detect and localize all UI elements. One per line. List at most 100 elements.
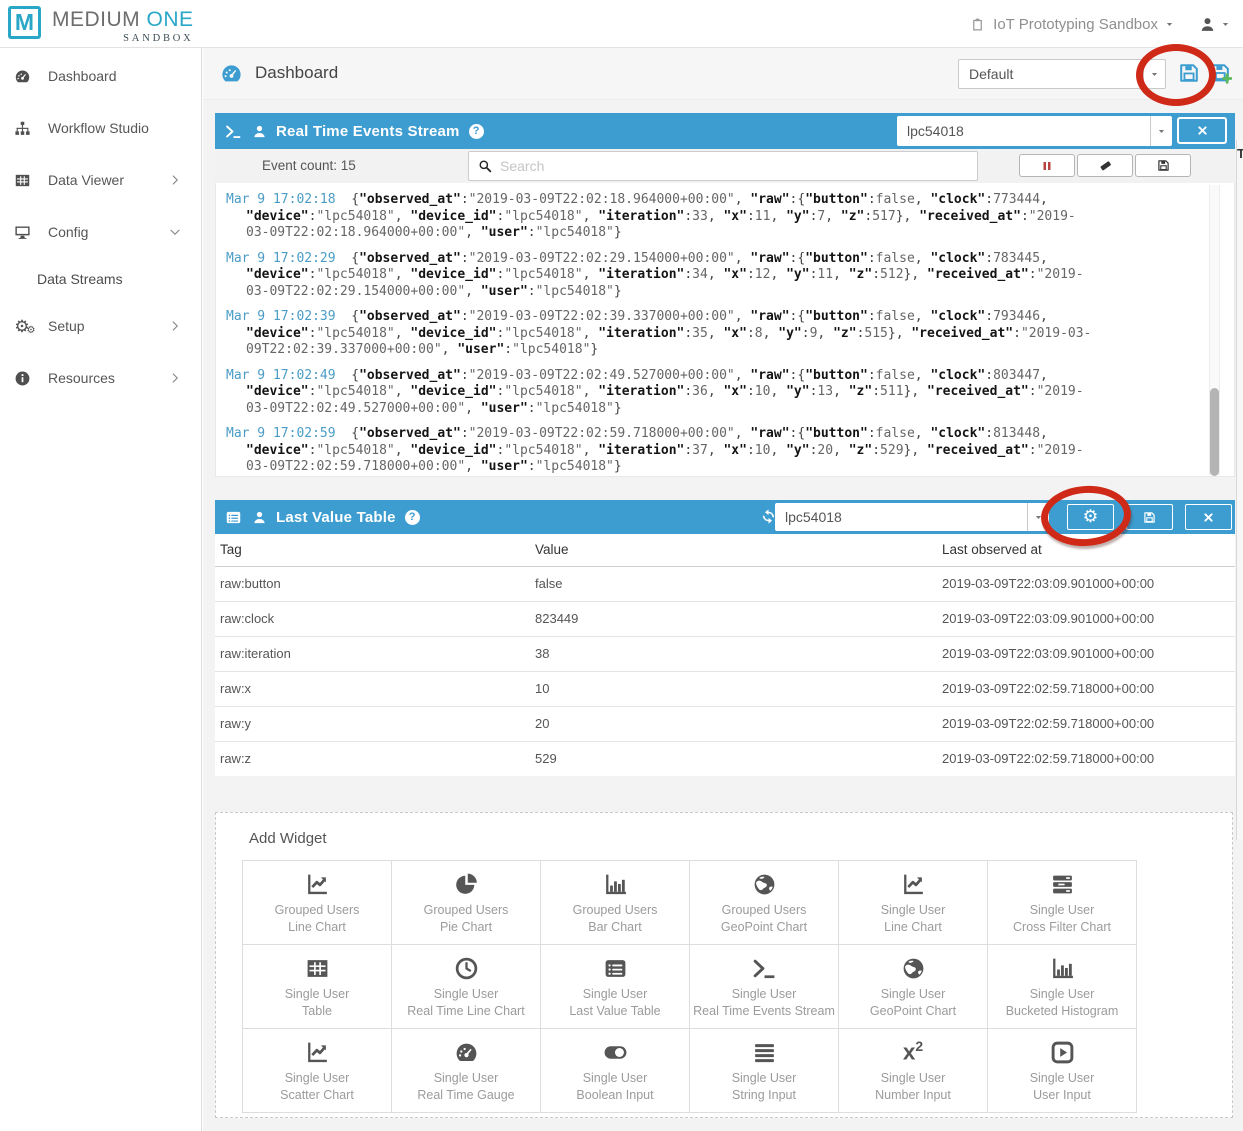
tag-cell: raw:button (215, 566, 530, 601)
user-menu[interactable] (1199, 16, 1229, 33)
clock-icon (454, 953, 479, 983)
save-as-new-dashboard-button[interactable] (1210, 62, 1232, 84)
sidebar-item-workflow-studio[interactable]: Workflow Studio (0, 102, 201, 154)
event-timestamp: Mar 9 17:02:29 (226, 251, 336, 266)
chart-line-icon (305, 1037, 330, 1067)
real-time-events-stream-widget: Real Time Events Stream ? lpc54018 Event… (215, 113, 1235, 477)
gauge-icon (220, 62, 243, 85)
add-widget-single-user-real-time-events-stream[interactable]: Single UserReal Time Events Stream (690, 945, 839, 1029)
sidebar-item-data-viewer[interactable]: Data Viewer (0, 154, 201, 206)
widget-label-line1: Single User (881, 1070, 946, 1087)
sidebar-subitem-data-streams[interactable]: Data Streams (0, 258, 201, 300)
bars-icon (752, 1037, 777, 1067)
chart-bar-icon (1050, 953, 1075, 983)
logo-letter: M (15, 9, 34, 36)
help-icon[interactable]: ? (469, 124, 484, 139)
table-icon (11, 172, 33, 189)
add-widget-grouped-users-line-chart[interactable]: Grouped UsersLine Chart (243, 861, 392, 945)
terminal-icon (225, 123, 242, 140)
value-cell: false (530, 566, 937, 601)
stream-close-button[interactable] (1177, 117, 1227, 144)
export-button[interactable] (1135, 154, 1191, 177)
sidebar-item-label: Dashboard (48, 68, 117, 84)
sidebar-item-config[interactable]: Config (0, 206, 201, 258)
save-widget-button[interactable] (1126, 504, 1173, 530)
search-input[interactable] (500, 158, 968, 174)
desktop-icon (11, 224, 33, 241)
preset-value: Default (959, 66, 1143, 82)
widget-label-line2: GeoPoint Chart (870, 1003, 956, 1020)
add-widget-grouped-users-geopoint-chart[interactable]: Grouped UsersGeoPoint Chart (690, 861, 839, 945)
pause-icon (1041, 160, 1053, 172)
project-name: IoT Prototyping Sandbox (993, 16, 1158, 33)
add-widget-single-user-number-input[interactable]: x2Single UserNumber Input (839, 1029, 988, 1113)
sidebar-item-resources[interactable]: Resources (0, 352, 201, 404)
table-row: raw:iteration382019-03-09T22:03:09.90100… (215, 636, 1235, 671)
event-timestamp: Mar 9 17:02:18 (226, 192, 336, 207)
settings-button[interactable]: ⚙ (1067, 504, 1114, 530)
widget-label-line2: Boolean Input (576, 1087, 653, 1104)
value-cell: 38 (530, 636, 937, 671)
stream-device-select[interactable]: lpc54018 (897, 116, 1172, 146)
last-value-device-caret[interactable] (1027, 503, 1049, 531)
widget-label-line1: Single User (583, 986, 648, 1003)
pause-button[interactable] (1019, 154, 1075, 177)
toggle-icon (603, 1037, 628, 1067)
brand-text: MEDIUM ONE SANDBOX (52, 8, 194, 44)
add-widget-single-user-scatter-chart[interactable]: Single UserScatter Chart (243, 1029, 392, 1113)
last-value-close-button[interactable] (1185, 504, 1232, 530)
stream-search[interactable] (468, 151, 978, 181)
add-widget-single-user-geopoint-chart[interactable]: Single UserGeoPoint Chart (839, 945, 988, 1029)
save-icon (1157, 159, 1170, 172)
help-icon[interactable]: ? (405, 510, 420, 525)
add-widget-grouped-users-pie-chart[interactable]: Grouped UsersPie Chart (392, 861, 541, 945)
add-widget-single-user-real-time-line-chart[interactable]: Single UserReal Time Line Chart (392, 945, 541, 1029)
brand-logo-mark[interactable]: M (8, 6, 41, 39)
column-header-tag: Tag (215, 534, 530, 566)
add-widget-single-user-table[interactable]: Single UserTable (243, 945, 392, 1029)
user-icon (1199, 16, 1216, 33)
add-widget-single-user-bucketed-histogram[interactable]: Single UserBucketed Histogram (988, 945, 1137, 1029)
widget-label-line1: Single User (1030, 902, 1095, 919)
stream-toolbar: Event count: 15 (215, 149, 1235, 183)
project-selector[interactable]: IoT Prototyping Sandbox (970, 16, 1173, 33)
widget-label-line1: Single User (732, 1070, 797, 1087)
widget-label-line2: Line Chart (884, 919, 942, 936)
widget-label-line1: Single User (285, 986, 350, 1003)
column-header-value: Value (530, 534, 937, 566)
last-value-widget-header: Last Value Table ? lpc54018 ⚙ (215, 500, 1235, 534)
gauge-icon (11, 68, 33, 85)
widget-label-line2: Real Time Line Chart (407, 1003, 524, 1020)
widget-label-line2: Real Time Gauge (417, 1087, 514, 1104)
add-widget-single-user-string-input[interactable]: Single UserString Input (690, 1029, 839, 1113)
last-observed-cell: 2019-03-09T22:03:09.901000+00:00 (937, 636, 1235, 671)
add-widget-single-user-cross-filter-chart[interactable]: Single UserCross Filter Chart (988, 861, 1137, 945)
last-value-device-select[interactable]: lpc54018 (775, 503, 1049, 531)
add-widget-single-user-last-value-table[interactable]: Single UserLast Value Table (541, 945, 690, 1029)
widget-label-line1: Single User (434, 986, 499, 1003)
clear-button[interactable] (1077, 154, 1133, 177)
add-widget-single-user-user-input[interactable]: Single UserUser Input (988, 1029, 1137, 1113)
add-widget-grouped-users-bar-chart[interactable]: Grouped UsersBar Chart (541, 861, 690, 945)
add-widget-single-user-boolean-input[interactable]: Single UserBoolean Input (541, 1029, 690, 1113)
dashboard-preset-select[interactable]: Default (958, 59, 1166, 89)
sidebar-item-dashboard[interactable]: Dashboard (0, 50, 201, 102)
event-timestamp: Mar 9 17:02:59 (226, 426, 336, 441)
info-icon (11, 370, 33, 387)
list-alt-icon (225, 509, 242, 526)
event-log[interactable]: Mar 9 17:02:18 {"observed_at":"2019-03-0… (215, 183, 1235, 477)
gear-icon: ⚙ (1083, 508, 1099, 526)
widget-label-line2: Scatter Chart (280, 1087, 354, 1104)
add-widget-single-user-real-time-gauge[interactable]: Single UserReal Time Gauge (392, 1029, 541, 1113)
preset-caret[interactable] (1143, 60, 1165, 88)
last-value-table: Tag Value Last observed at raw:buttonfal… (215, 534, 1235, 776)
widget-label-line2: Pie Chart (440, 919, 492, 936)
save-dashboard-button[interactable] (1178, 62, 1200, 84)
widget-label-line2: Bar Chart (588, 919, 642, 936)
last-observed-cell: 2019-03-09T22:03:09.901000+00:00 (937, 601, 1235, 636)
log-scrollbar-thumb[interactable] (1210, 388, 1219, 476)
sidebar-item-setup[interactable]: ⚙⚙Setup (0, 300, 201, 352)
stream-device-caret[interactable] (1150, 116, 1172, 146)
add-widget-single-user-line-chart[interactable]: Single UserLine Chart (839, 861, 988, 945)
search-icon (478, 159, 492, 173)
